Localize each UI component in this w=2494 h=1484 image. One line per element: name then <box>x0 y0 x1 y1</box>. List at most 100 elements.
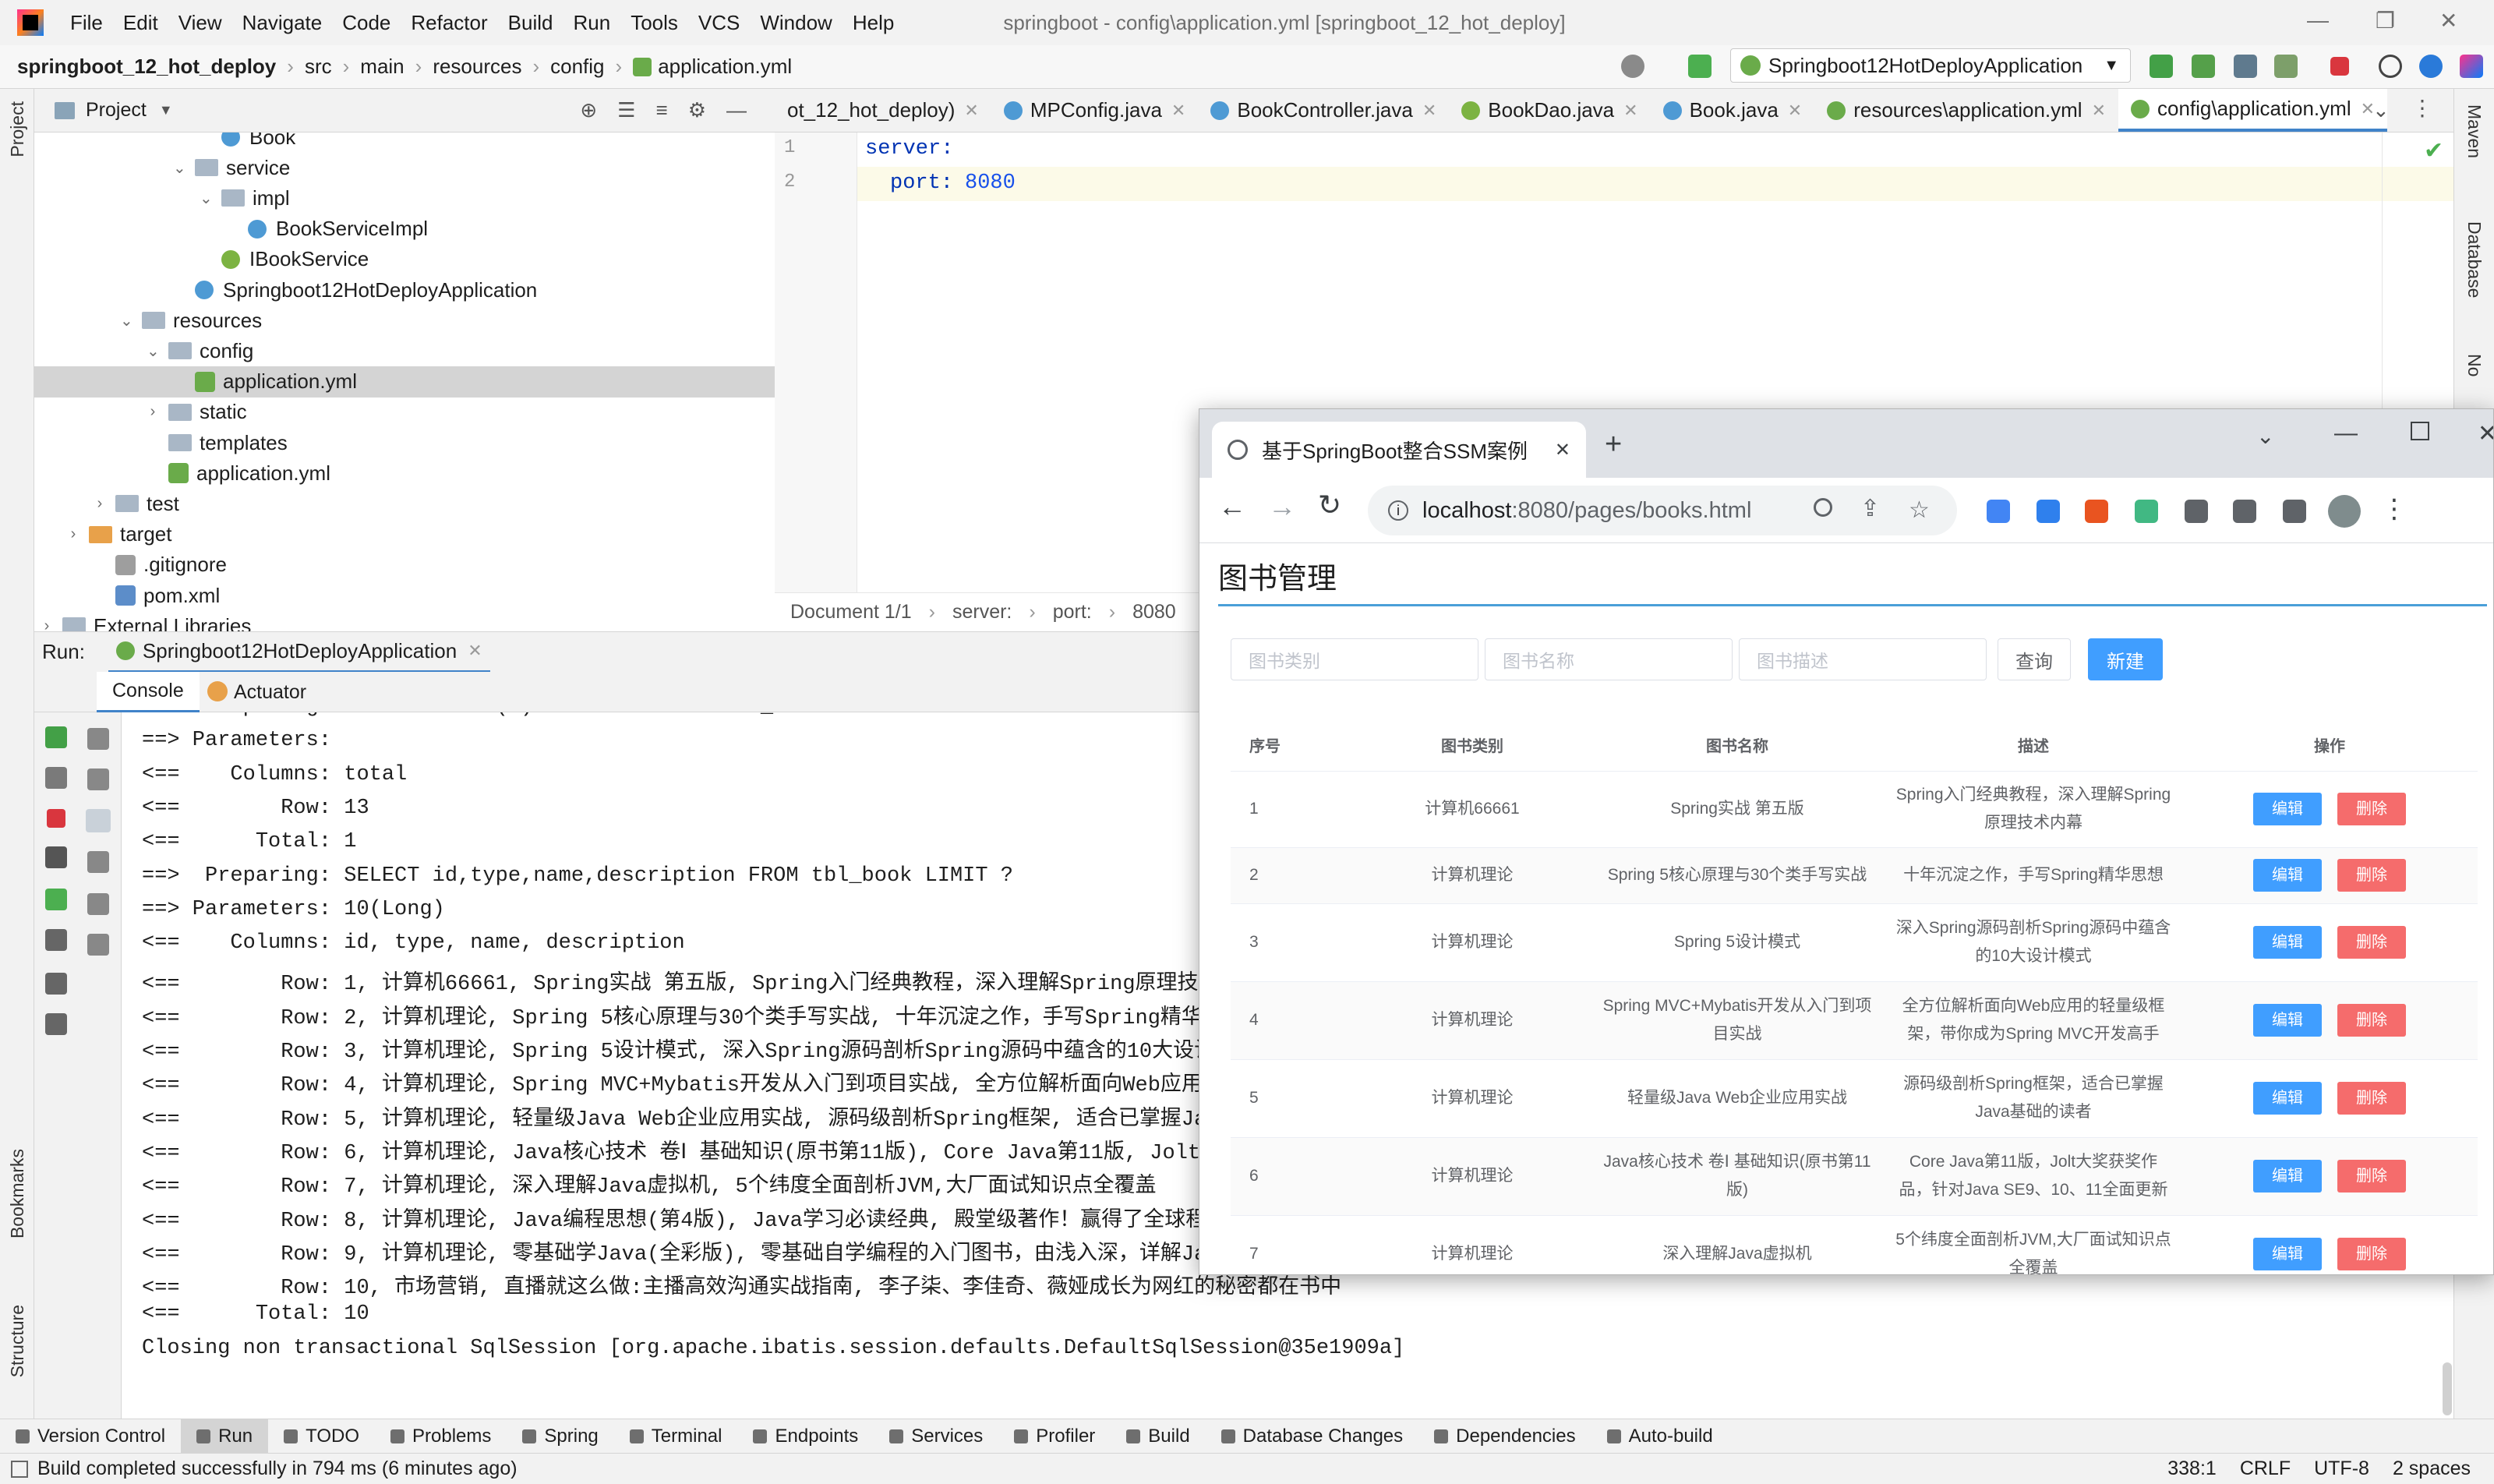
breadcrumb-project[interactable]: springboot_12_hot_deploy <box>17 55 276 79</box>
breadcrumb-main[interactable]: main <box>360 55 404 79</box>
edit-button[interactable]: 编辑 <box>2253 859 2322 892</box>
query-button[interactable]: 查询 <box>1998 638 2071 680</box>
scroll-to-end-icon[interactable] <box>87 851 109 873</box>
tool-window-terminal[interactable]: Terminal <box>614 1419 738 1454</box>
close-browser-icon[interactable]: ✕ <box>2478 420 2493 447</box>
menu-help[interactable]: Help <box>853 11 894 35</box>
tool-window-auto-build[interactable]: Auto-build <box>1591 1419 1729 1454</box>
breadcrumb-src[interactable]: src <box>305 55 332 79</box>
yaml-document-index[interactable]: Document 1/1 <box>790 601 912 624</box>
tree-item[interactable]: › static <box>34 397 775 428</box>
back-arrow-icon[interactable]: ← <box>1218 490 1246 523</box>
tab-search-chevron-icon[interactable]: ⌄ <box>2256 423 2274 449</box>
run-configuration-selector[interactable]: Springboot12HotDeployApplication ▼ <box>1730 48 2131 83</box>
extensions-puzzle-icon[interactable] <box>2185 500 2208 523</box>
breadcrumb-config[interactable]: config <box>550 55 604 79</box>
tool-window-endpoints[interactable]: Endpoints <box>737 1419 874 1454</box>
menu-window[interactable]: Window <box>760 11 832 35</box>
status-message[interactable]: Build completed successfully in 794 ms (… <box>37 1458 518 1480</box>
console-scrollbar[interactable] <box>2443 1362 2452 1415</box>
more-options-icon[interactable]: ⋮ <box>2411 95 2433 121</box>
tree-item[interactable]: application.yml <box>34 458 775 489</box>
stop-icon[interactable] <box>47 809 65 828</box>
scroll-up-arrow-icon[interactable] <box>87 728 109 750</box>
wrench-icon[interactable] <box>45 767 67 789</box>
menu-vcs[interactable]: VCS <box>698 11 740 35</box>
tool-window-profiler[interactable]: Profiler <box>998 1419 1111 1454</box>
project-tool-tab[interactable]: Project <box>7 101 28 157</box>
run-config-tab[interactable]: Springboot12HotDeployApplication ✕ <box>108 632 490 673</box>
editor-tab[interactable]: BookDao.java ✕ <box>1449 89 1650 132</box>
delete-button[interactable]: 删除 <box>2337 926 2406 959</box>
tool-window-database-changes[interactable]: Database Changes <box>1206 1419 1418 1454</box>
browser-menu-icon[interactable]: ⋮ <box>2381 493 2407 524</box>
jetbrains-icon[interactable] <box>2460 55 2483 78</box>
menu-code[interactable]: Code <box>342 11 390 35</box>
delete-button[interactable]: 删除 <box>2337 1160 2406 1192</box>
breadcrumb-resources[interactable]: resources <box>433 55 521 79</box>
line-separator[interactable]: CRLF <box>2240 1458 2291 1480</box>
tree-item[interactable]: templates <box>34 427 775 458</box>
close-window-icon[interactable]: ✕ <box>2439 8 2457 34</box>
project-panel-title[interactable]: Project <box>86 99 147 122</box>
tool-window-dependencies[interactable]: Dependencies <box>1418 1419 1591 1454</box>
editor-tab[interactable]: Book.java ✕ <box>1651 89 1815 132</box>
new-tab-plus-icon[interactable]: + <box>1605 428 1622 461</box>
minimize-window-icon[interactable]: — <box>2307 8 2329 33</box>
address-bar[interactable]: i localhost:8080/pages/books.html ☆ ⇪ <box>1368 486 1957 535</box>
maven-tool-tab[interactable]: Maven <box>2464 104 2485 158</box>
book-type-filter-input[interactable]: 图书类别 <box>1231 638 1478 680</box>
menu-refactor[interactable]: Refactor <box>411 11 487 35</box>
camera-icon[interactable] <box>45 846 67 868</box>
tree-item[interactable]: ⌄ resources <box>34 305 775 336</box>
locate-file-icon[interactable]: ⊕ <box>580 98 597 122</box>
menu-build[interactable]: Build <box>508 11 553 35</box>
notifications-tool-tab[interactable]: No <box>2464 354 2485 376</box>
indent-setting[interactable]: 2 spaces <box>2393 1458 2471 1480</box>
tree-item[interactable]: pom.xml <box>34 580 775 611</box>
vue-devtools-icon[interactable] <box>2135 500 2158 523</box>
update-icon[interactable] <box>2419 55 2443 78</box>
tree-expand-arrow-icon[interactable]: ⌄ <box>200 189 213 208</box>
hide-panel-icon[interactable]: — <box>726 98 747 122</box>
tree-expand-arrow-icon[interactable]: › <box>67 525 79 543</box>
stop-icon[interactable] <box>2330 57 2349 76</box>
tree-item[interactable]: › test <box>34 488 775 519</box>
minimize-browser-icon[interactable]: — <box>2334 420 2358 447</box>
side-panel-icon[interactable] <box>2283 500 2306 523</box>
search-everywhere-icon[interactable] <box>2379 55 2402 78</box>
rerun-icon[interactable] <box>2150 55 2173 78</box>
rerun-icon[interactable] <box>45 726 67 748</box>
tree-item[interactable]: BookServiceImpl <box>34 214 775 245</box>
browser-tab[interactable]: 基于SpringBoot整合SSM案例 ✕ <box>1212 422 1586 478</box>
close-tab-icon[interactable]: ✕ <box>2092 101 2106 121</box>
close-tab-icon[interactable]: ✕ <box>1788 101 1802 121</box>
soft-wrap-icon[interactable] <box>86 809 111 832</box>
build-hammer-icon[interactable] <box>1688 55 1712 78</box>
delete-button[interactable]: 删除 <box>2337 793 2406 825</box>
menu-view[interactable]: View <box>178 11 222 35</box>
tree-expand-arrow-icon[interactable]: › <box>94 495 106 513</box>
tree-expand-arrow-icon[interactable]: › <box>147 403 159 421</box>
extension-icon[interactable] <box>2085 500 2108 523</box>
tool-window-run[interactable]: Run <box>181 1419 269 1454</box>
event-log-icon[interactable] <box>11 1460 28 1478</box>
tool-window-spring[interactable]: Spring <box>507 1419 613 1454</box>
bookmarks-tool-tab[interactable]: Bookmarks <box>7 1149 28 1238</box>
editor-tab[interactable]: config\application.yml ✕ <box>2118 89 2388 132</box>
user-account-icon[interactable] <box>1621 55 1644 78</box>
database-tool-tab[interactable]: Database <box>2464 221 2485 298</box>
console-tab[interactable]: Console <box>97 672 200 712</box>
tool-window-problems[interactable]: Problems <box>375 1419 507 1454</box>
book-name-filter-input[interactable]: 图书名称 <box>1485 638 1733 680</box>
delete-button[interactable]: 删除 <box>2337 859 2406 892</box>
edit-button[interactable]: 编辑 <box>2253 1004 2322 1037</box>
layout-icon[interactable] <box>45 973 67 995</box>
inspection-ok-checkmark-icon[interactable]: ✔ <box>2424 137 2443 164</box>
tree-item[interactable]: ⌄ config <box>34 335 775 366</box>
editor-tab[interactable]: ot_12_hot_deploy) ✕ <box>775 89 991 132</box>
tree-item[interactable]: Springboot12HotDeployApplication <box>34 274 775 306</box>
forward-arrow-icon[interactable]: → <box>1268 490 1296 523</box>
tree-item[interactable]: IBookService <box>34 244 775 275</box>
menu-tools[interactable]: Tools <box>631 11 678 35</box>
